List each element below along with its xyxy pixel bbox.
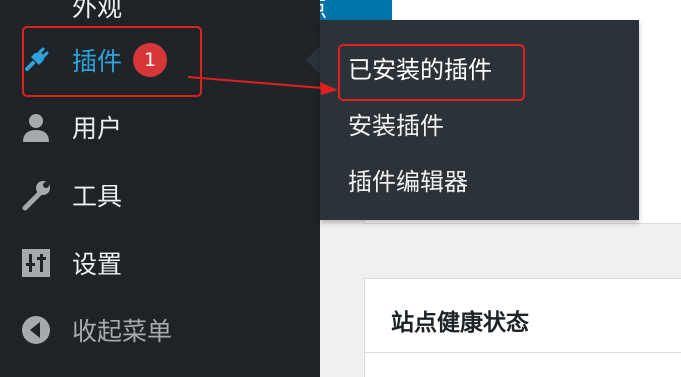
wp-admin-screen: 站点健康状态 白定义您的站点 外观 插件 1 (0, 0, 681, 377)
annotation-arrow (187, 76, 338, 95)
